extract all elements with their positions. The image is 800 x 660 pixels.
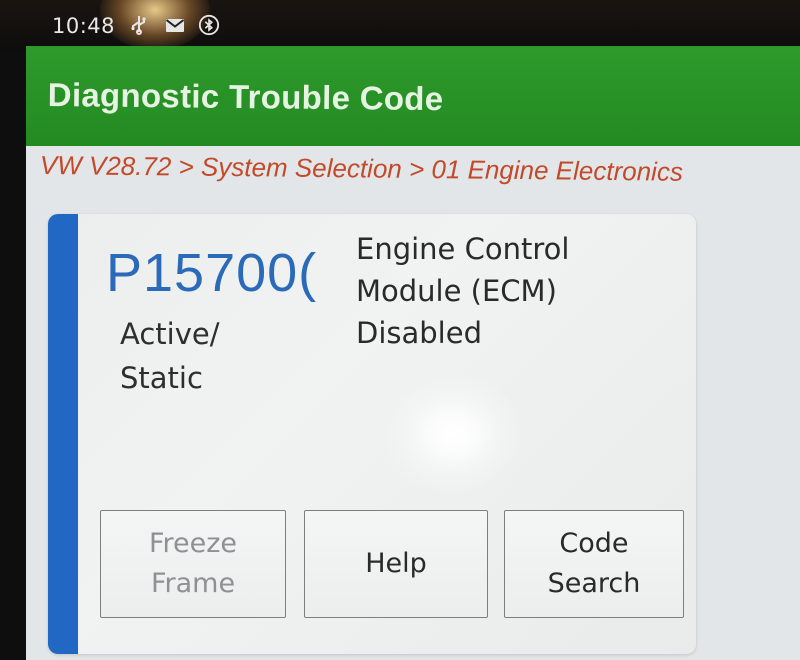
freeze-frame-label: Frame [150, 568, 236, 599]
app-window: Diagnostic Trouble Code VW V28.72 > Syst… [26, 46, 800, 660]
page-title: Diagnostic Trouble Code [47, 76, 444, 118]
dtc-description: Engine Control Module (ECM) Disabled [356, 228, 656, 354]
dtc-status: Active/ Static [120, 312, 320, 400]
dtc-card[interactable]: P15700( Active/ Static Engine Control Mo… [48, 214, 696, 654]
dtc-status-line: Active/ [120, 317, 220, 351]
light-glare [100, 0, 210, 50]
status-time: 10:48 [52, 14, 116, 38]
bluetooth-icon [198, 14, 220, 36]
title-bar: Diagnostic Trouble Code [26, 46, 800, 146]
dtc-description-line: Disabled [356, 316, 482, 350]
dtc-description-line: Module (ECM) [356, 274, 557, 308]
dtc-description-line: Engine Control [356, 232, 570, 266]
code-search-label: Search [547, 568, 641, 599]
dtc-card-accent [48, 214, 78, 654]
code-search-button[interactable]: Code Search [504, 510, 684, 618]
dtc-status-line: Static [120, 361, 203, 395]
dtc-code: P15700( [106, 243, 318, 303]
breadcrumb[interactable]: VW V28.72 > System Selection > 01 Engine… [40, 150, 683, 188]
screen-glare [383, 374, 523, 494]
device-screen: 10:48 Diagnostic Trouble Code VW V28.72 … [0, 0, 800, 660]
help-label: Help [365, 548, 427, 579]
status-bar: 10:48 [0, 0, 800, 52]
code-search-label: Code [559, 528, 629, 559]
usb-icon [128, 14, 150, 36]
mail-icon [164, 14, 186, 36]
freeze-frame-button[interactable]: Freeze Frame [100, 510, 286, 618]
freeze-frame-label: Freeze [148, 528, 238, 559]
help-button[interactable]: Help [304, 510, 488, 618]
